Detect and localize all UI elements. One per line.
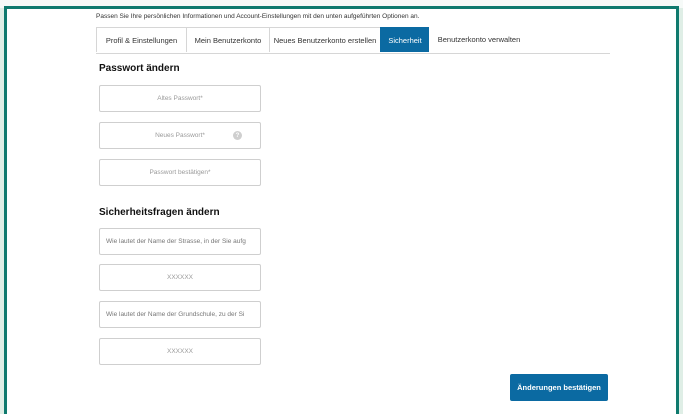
security-section-title: Sicherheitsfragen ändern [99, 207, 220, 218]
security-question-2-field[interactable]: Wie lautet der Name der Grundschule, zu … [99, 301, 261, 328]
new-password-field[interactable]: Neues Passwort* ? [99, 122, 261, 149]
security-answer-2-field[interactable]: XXXXXX [99, 338, 261, 365]
confirm-password-field[interactable]: Passwort bestätigen* [99, 159, 261, 186]
tab-my-account[interactable]: Mein Benutzerkonto [186, 27, 270, 52]
tab-profile-settings[interactable]: Profil & Einstellungen [96, 27, 187, 52]
tab-bar: Profil & Einstellungen Mein Benutzerkont… [96, 27, 610, 54]
confirm-changes-button[interactable]: Änderungen bestätigen [510, 374, 608, 401]
security-question-1-field[interactable]: Wie lautet der Name der Strasse, in der … [99, 228, 261, 255]
old-password-field[interactable]: Altes Passwort* [99, 85, 261, 112]
tab-create-account[interactable]: Neues Benutzerkonto erstellen [269, 27, 381, 52]
new-password-placeholder: Neues Passwort* [155, 132, 205, 139]
help-icon[interactable]: ? [233, 131, 242, 140]
intro-text: Passen Sie Ihre persönlichen Information… [96, 13, 420, 20]
security-answer-1-field[interactable]: XXXXXX [99, 264, 261, 291]
tab-security[interactable]: Sicherheit [380, 27, 430, 52]
password-section-title: Passwort ändern [99, 63, 180, 74]
tab-manage-account[interactable]: Benutzerkonto verwalten [429, 27, 529, 52]
